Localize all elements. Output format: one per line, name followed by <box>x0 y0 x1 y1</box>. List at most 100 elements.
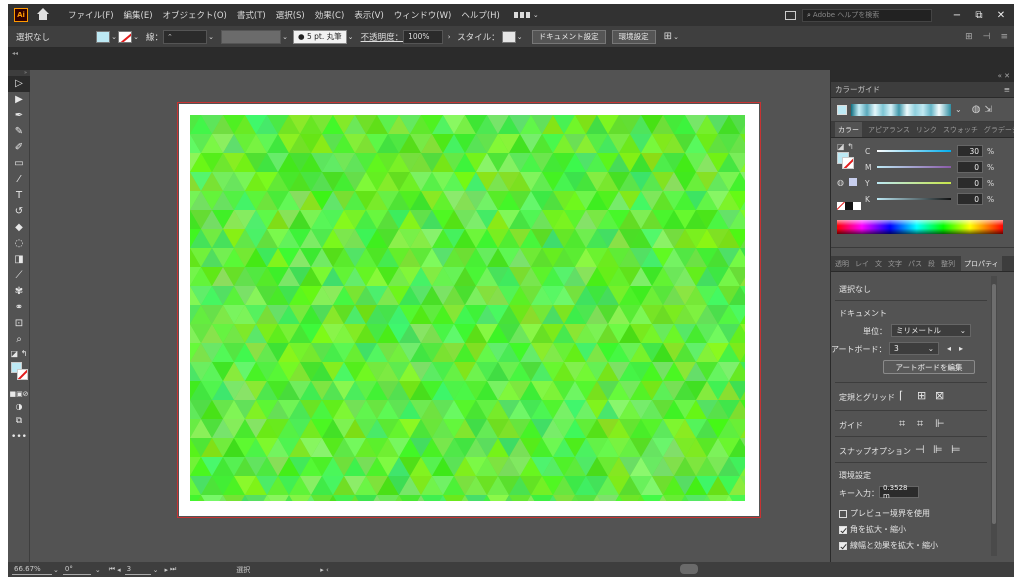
tab-stroke[interactable]: 段 <box>928 259 935 269</box>
eyedropper-tool-icon[interactable]: ⟋ <box>8 268 30 284</box>
document-setup-button[interactable]: ドキュメント設定 <box>531 29 606 44</box>
yellow-slider-row[interactable]: Y 0 % <box>865 176 1011 190</box>
style-dropdown-icon[interactable]: ⌄ <box>516 31 524 43</box>
tab-layers[interactable]: レイ <box>855 259 869 269</box>
dock-collapse-icon[interactable]: « ✕ <box>831 70 1014 82</box>
panel-menu-icon[interactable]: ≡ <box>1000 32 1008 42</box>
tab-paragraph[interactable]: 文 <box>875 259 882 269</box>
fill-swatch[interactable] <box>96 30 111 43</box>
base-color-swatch[interactable] <box>837 104 847 115</box>
lasso-tool-icon[interactable]: ◌ <box>8 236 30 252</box>
menu-object[interactable]: オブジェクト(O) <box>163 9 227 21</box>
save-group-icon[interactable]: ⇲ <box>984 105 992 115</box>
tab-pathfinder[interactable]: パス <box>908 259 922 269</box>
menu-view[interactable]: 表示(V) <box>354 9 383 21</box>
fill-dropdown-icon[interactable]: ⌄ <box>110 31 118 43</box>
type-tool-icon[interactable]: T <box>8 188 30 204</box>
tab-swatches[interactable]: スウォッチ <box>943 125 978 135</box>
smart-guides-icon[interactable]: ⊩ <box>935 417 945 430</box>
tab-links[interactable]: リンク <box>916 125 937 135</box>
more-tools-icon[interactable]: ••• <box>8 428 30 446</box>
color-spectrum[interactable] <box>837 220 1003 234</box>
yellow-input[interactable]: 0 <box>957 177 983 189</box>
last-artboard-icon[interactable]: ⏭ <box>170 565 176 574</box>
artboard-number-input[interactable]: 3 <box>124 564 151 575</box>
stroke-swatch[interactable] <box>118 30 133 43</box>
variable-width-profile[interactable] <box>221 29 282 44</box>
tab-gradient[interactable]: グラデーション <box>984 125 1014 135</box>
previous-artboard-icon[interactable]: ◂ <box>947 344 951 353</box>
transparency-grid-icon[interactable]: ⊠ <box>935 389 944 402</box>
edit-artboards-button[interactable]: アートボードを編集 <box>883 360 975 374</box>
stroke-weight-dropdown-icon[interactable]: ⌄ <box>207 31 215 43</box>
magenta-track[interactable] <box>877 166 951 168</box>
anchor-tool-icon[interactable]: ✐ <box>8 140 30 156</box>
rectangle-tool-icon[interactable]: ▭ <box>8 156 30 172</box>
stroke-weight-stepper[interactable]: ⌃ <box>163 29 208 44</box>
black-swatch[interactable] <box>845 202 853 210</box>
out-of-gamut-icon[interactable]: ◍ <box>837 178 844 187</box>
zoom-input[interactable]: 66.67% <box>12 564 52 575</box>
direct-selection-tool-icon[interactable]: ▶ <box>8 92 30 108</box>
status-menu-icon[interactable]: ▸ ‹ <box>320 566 329 574</box>
horizontal-scroll-thumb[interactable] <box>680 564 698 574</box>
profile-dropdown-icon[interactable]: ⌄ <box>281 31 289 43</box>
preview-bounds-checkbox[interactable]: プレビュー境界を使用 <box>839 508 930 519</box>
status-tool-name[interactable]: 選択 <box>236 565 250 575</box>
snap-to-point-icon[interactable]: ⊣ <box>915 443 925 456</box>
close-button[interactable]: ✕ <box>992 10 1010 21</box>
canvas-area[interactable] <box>30 70 830 566</box>
stroke-color-icon[interactable] <box>17 369 28 380</box>
tab-color[interactable]: カラー <box>835 122 862 137</box>
previous-artboard-icon[interactable]: ◂ <box>117 566 121 574</box>
menu-help[interactable]: ヘルプ(H) <box>461 9 500 21</box>
artboard[interactable] <box>177 102 761 518</box>
yellow-track[interactable] <box>877 182 951 184</box>
stroke-label[interactable]: 線： <box>146 31 163 43</box>
snap-to-pixel-icon[interactable]: ⊫ <box>933 443 943 456</box>
next-artboard-icon[interactable]: ▸ <box>959 344 963 353</box>
stroke-color-icon[interactable] <box>842 157 854 169</box>
screen-mode-icon[interactable]: ⧉ <box>8 414 30 428</box>
lock-guides-icon[interactable]: ⌗ <box>917 417 923 431</box>
arrange-icon[interactable]: ⊞ <box>664 31 672 42</box>
rotate-tool-icon[interactable]: ↺ <box>8 204 30 220</box>
panel-menu-icon[interactable]: ≡ <box>1004 85 1010 94</box>
curvature-tool-icon[interactable]: ✎ <box>8 124 30 140</box>
blend-tool-icon[interactable]: ⚭ <box>8 300 30 316</box>
menu-select[interactable]: 選択(S) <box>276 9 305 21</box>
color-wheel-icon[interactable]: ◍ <box>972 104 981 115</box>
graphic-style-swatch[interactable] <box>501 30 516 43</box>
cyan-track[interactable] <box>877 150 951 152</box>
show-guides-icon[interactable]: ⌗ <box>899 417 905 431</box>
swap-colors-icon[interactable]: ◪ ↰ <box>8 348 30 360</box>
menu-type[interactable]: 書式(T) <box>237 9 266 21</box>
black-input[interactable]: 0 <box>957 193 983 205</box>
menu-file[interactable]: ファイル(F) <box>68 9 114 21</box>
scale-corners-checkbox[interactable]: 角を拡大・縮小 <box>839 524 906 535</box>
magenta-slider-row[interactable]: M 0 % <box>865 160 1011 174</box>
next-artboard-icon[interactable]: ▸ <box>164 566 168 574</box>
minimize-button[interactable]: − <box>948 10 966 21</box>
none-swatch[interactable] <box>837 202 845 210</box>
black-track[interactable] <box>877 198 951 200</box>
rulers-icon[interactable]: ⌈ <box>899 389 903 402</box>
color-guide-panel-header[interactable]: カラーガイド ≡ <box>831 82 1014 98</box>
zoom-tool-icon[interactable]: ⌕ <box>8 332 30 348</box>
harmony-dropdown-icon[interactable]: ⌄ <box>955 105 962 114</box>
rotation-input[interactable]: 0° <box>62 564 91 575</box>
help-search-input[interactable]: ⌕ Adobe ヘルプを検索 <box>802 8 932 22</box>
key-increment-input[interactable]: 0.3528 m <box>879 484 919 500</box>
tab-character[interactable]: 文字 <box>888 259 902 269</box>
magenta-input[interactable]: 0 <box>957 161 983 173</box>
tab-align[interactable]: 整列 <box>941 259 955 269</box>
workspace-switcher-icon[interactable] <box>513 10 532 20</box>
first-artboard-icon[interactable]: ⏮ <box>109 565 115 574</box>
menu-edit[interactable]: 編集(E) <box>124 9 153 21</box>
scale-strokes-checkbox[interactable]: 線幅と効果を拡大・縮小 <box>839 540 938 551</box>
default-colors-icon[interactable]: ◪ ↰ <box>837 142 854 151</box>
grid-icon[interactable]: ⊞ <box>965 32 973 42</box>
tab-appearance[interactable]: アピアランス <box>868 125 910 135</box>
preferences-button[interactable]: 環境設定 <box>611 29 656 44</box>
black-slider-row[interactable]: K 0 % <box>865 192 1011 206</box>
